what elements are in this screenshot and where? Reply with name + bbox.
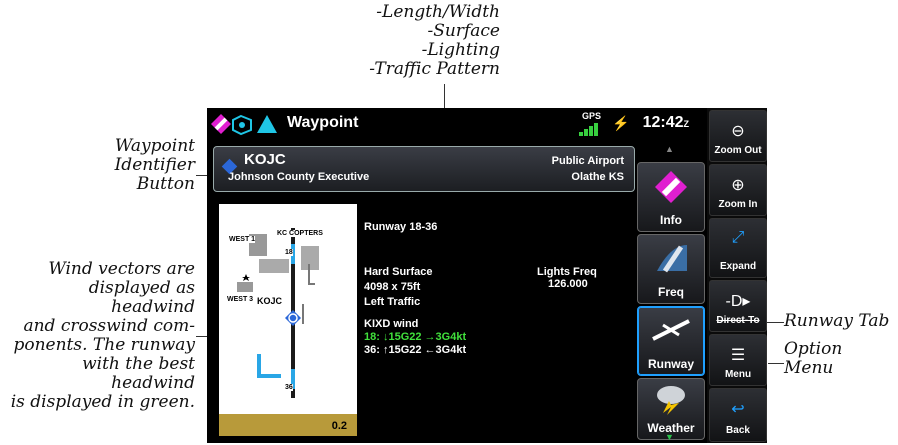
map-scale-bar: 0.2: [219, 414, 357, 436]
tab-runway[interactable]: Runway: [637, 306, 705, 376]
runway-info-callout: -Length/Width -Surface -Lighting -Traffi…: [369, 2, 500, 79]
waypoint-id: KOJC: [244, 151, 286, 168]
option-menu-leader: [768, 363, 784, 364]
zoom-out-button[interactable]: ⊖ Zoom Out: [709, 110, 767, 162]
tab-freq-label: Freq: [657, 285, 684, 299]
tab-weather[interactable]: Weather: [637, 378, 705, 440]
tab-info-label: Info: [660, 213, 682, 227]
option-menu-callout: Option Menu: [784, 339, 843, 378]
back-icon: ↩: [731, 401, 745, 418]
map-label-kc-copters: KC COPTERS: [277, 230, 323, 237]
map-label-west3: WEST 3: [227, 296, 254, 303]
map-label-rwy36: 36: [285, 384, 293, 391]
expand-button[interactable]: ⤢ Expand: [709, 218, 767, 278]
tab-scroll-down-icon[interactable]: ▼: [665, 432, 674, 442]
tab-runway-label: Runway: [647, 357, 694, 371]
clock: 12:42Z: [643, 114, 689, 132]
gps-signal-icon: [579, 123, 598, 136]
runway-traffic: Left Traffic: [364, 296, 421, 308]
page-title: Waypoint: [287, 114, 359, 131]
menu-button[interactable]: ☰ Menu: [709, 334, 767, 386]
zoom-in-label: Zoom In: [718, 199, 758, 210]
tab-scroll-up-icon[interactable]: ▲: [665, 144, 674, 154]
direct-to-icon: -D▸: [725, 293, 751, 310]
clock-suffix: Z: [683, 119, 690, 129]
zoom-in-icon: ⊕: [731, 177, 745, 194]
map-label-rwy18: 18: [285, 249, 293, 256]
tab-freq[interactable]: Freq: [637, 234, 705, 304]
lights-frequency: 126.000: [548, 278, 588, 290]
back-label: Back: [726, 425, 750, 436]
airport-map[interactable]: WEST 1 KC COPTERS WEST 3 KOJC 18 36 0.2: [219, 204, 357, 436]
wind-runway-18: 18: ↓15G22 →3G4kt: [364, 331, 467, 343]
runway-icon: [652, 319, 690, 341]
runway-tab-callout: Runway Tab: [784, 311, 890, 331]
tab-info[interactable]: Info: [637, 162, 705, 232]
menu-label: Menu: [724, 369, 752, 380]
zoom-in-button[interactable]: ⊕ Zoom In: [709, 164, 767, 216]
app-icons: [211, 114, 277, 136]
runway-dimensions: 4098 x 75ft: [364, 281, 421, 293]
waypoint-id-callout: Waypoint Identifier Button: [114, 136, 195, 194]
expand-icon: ⤢: [731, 229, 745, 246]
wind-station: KIXD wind: [364, 318, 419, 330]
map-label-west1: WEST 1: [229, 236, 256, 243]
wind-callout: Wind vectors are displayed as headwind a…: [10, 259, 195, 412]
expand-label: Expand: [719, 261, 757, 272]
zoom-out-icon: ⊖: [731, 123, 745, 140]
side-button-bar: ⊖ Zoom Out ⊕ Zoom In ⤢ Expand -D▸ Direct…: [707, 108, 767, 443]
clock-time: 12:42: [642, 114, 684, 131]
gps-label: GPS: [582, 111, 602, 121]
waypoint-type: Public Airport: [551, 155, 624, 167]
info-icon: [655, 171, 687, 203]
frequency-icon: [657, 245, 687, 273]
direct-to-button[interactable]: -D▸ Direct-To: [709, 280, 767, 332]
direct-to-label: Direct-To: [716, 315, 760, 326]
top-bar: Waypoint GPS ⚡ 12:42Z: [207, 108, 707, 140]
menu-icon: ☰: [730, 347, 746, 364]
power-icon: ⚡: [612, 115, 630, 131]
map-scale-value: 0.2: [331, 420, 347, 432]
map-label-kojc: KOJC: [257, 296, 283, 306]
runway-surface: Hard Surface: [364, 266, 433, 278]
waypoint-city: Olathe KS: [571, 171, 624, 183]
waypoint-identifier-button[interactable]: KOJC Johnson County Executive Public Air…: [213, 146, 635, 192]
runway-name: Runway 18-36: [364, 221, 438, 233]
waypoint-name: Johnson County Executive: [228, 171, 370, 183]
tab-bar: ▲ Info Freq Runway Weather ▼: [637, 140, 707, 443]
wind-runway-36: 36: ↑15G22 ←3G4kt: [364, 344, 467, 356]
weather-icon: [657, 386, 685, 415]
back-button[interactable]: ↩ Back: [709, 388, 767, 442]
lights-label: Lights Freq: [537, 266, 597, 278]
zoom-out-label: Zoom Out: [714, 145, 762, 156]
device-screen: Waypoint GPS ⚡ 12:42Z KOJC Johnson Count…: [207, 108, 767, 443]
